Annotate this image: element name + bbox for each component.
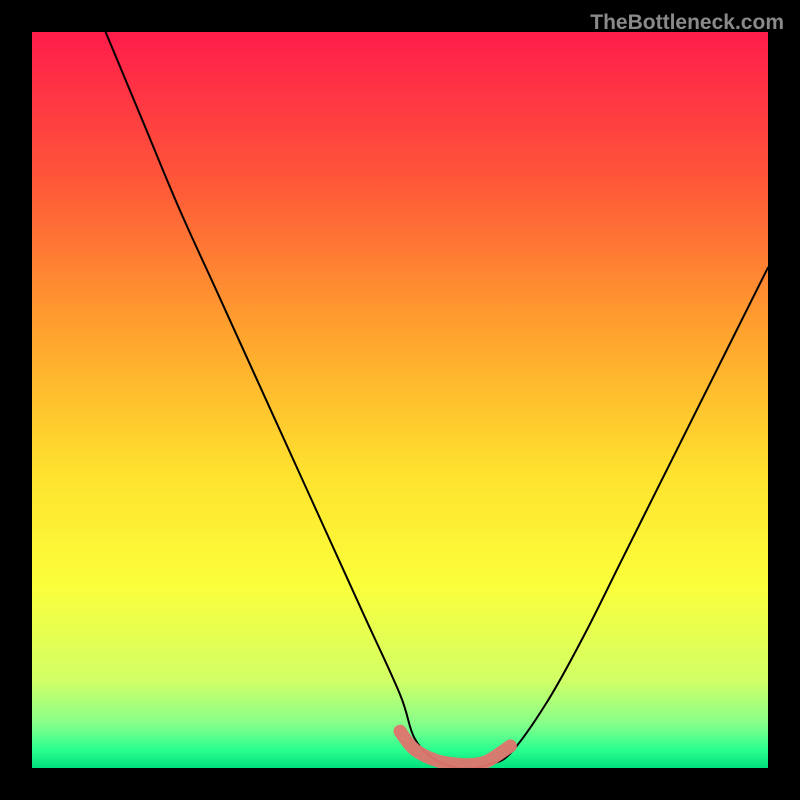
curve-layer [32, 32, 768, 768]
plot-area [32, 32, 768, 768]
bottleneck-curve [106, 32, 768, 768]
optimal-band-highlight [400, 731, 510, 765]
watermark-text: TheBottleneck.com [590, 11, 784, 35]
